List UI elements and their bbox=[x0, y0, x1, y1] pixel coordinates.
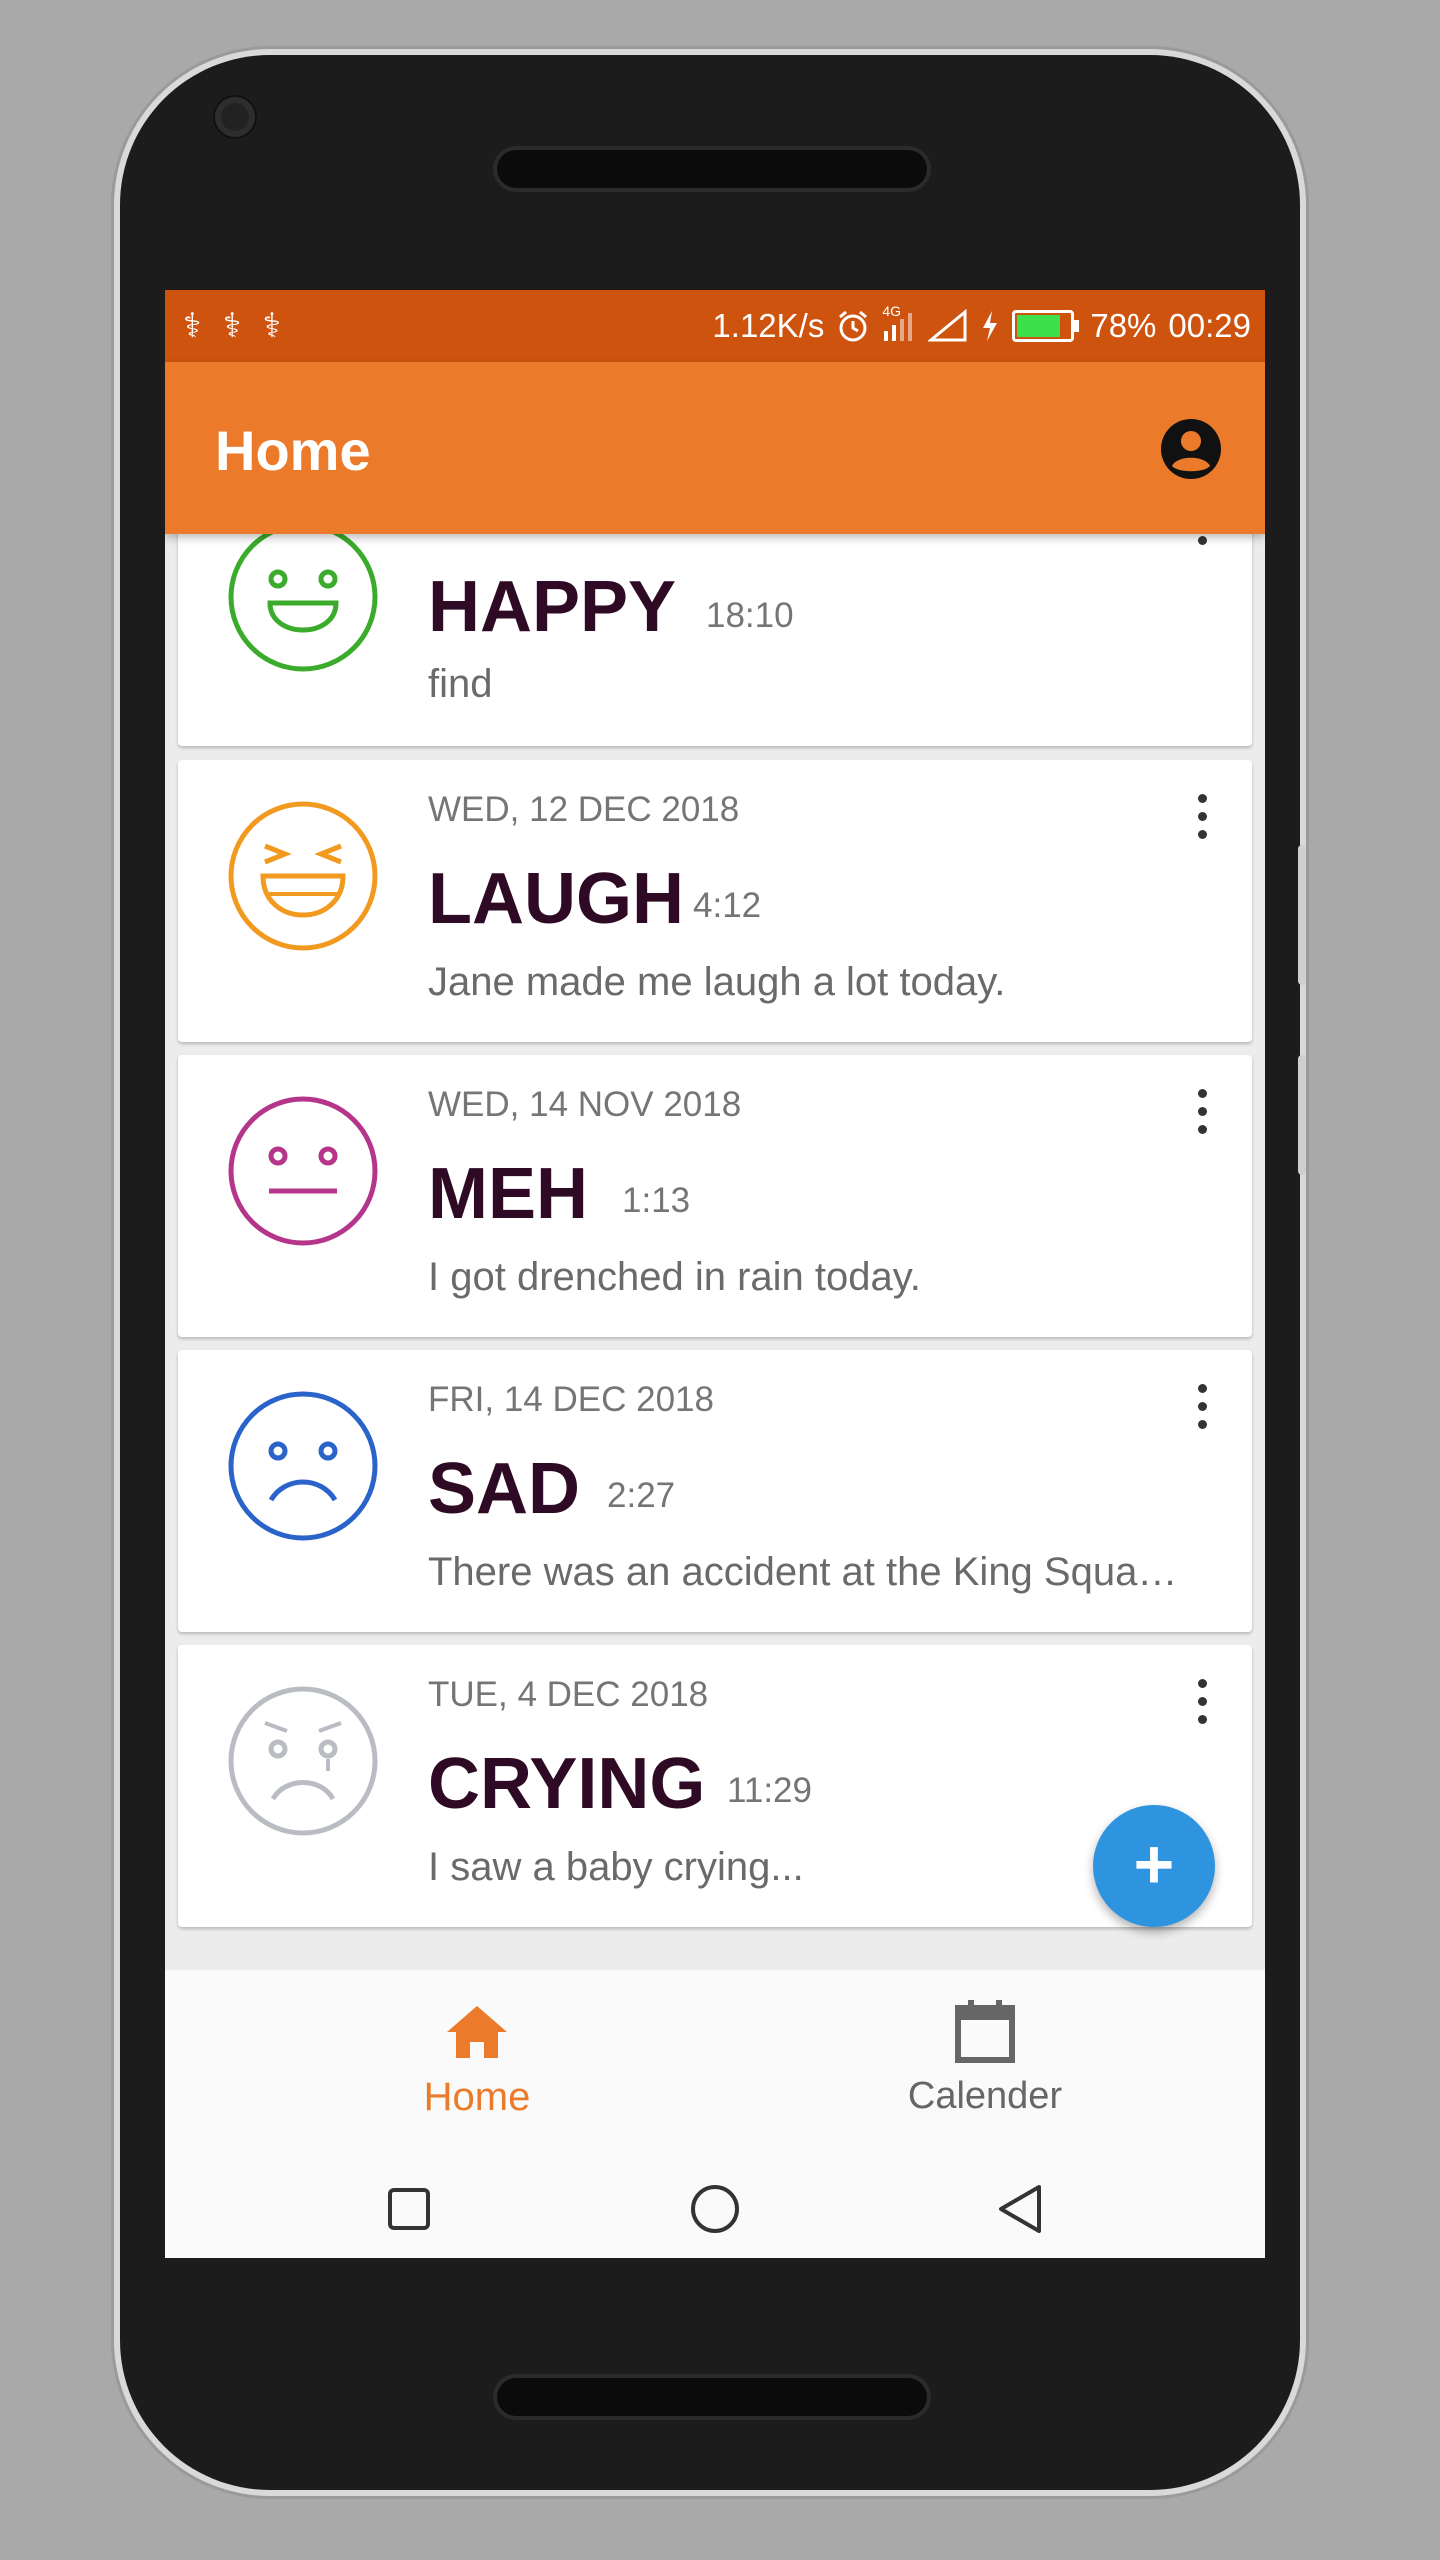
screen: ⚕ ⚕ ⚕ 1.12K/s 4G 78% 00:29 Home HAPPY 18… bbox=[165, 290, 1265, 2258]
crying-face-icon bbox=[228, 1686, 378, 1836]
entry-time: 4:12 bbox=[693, 886, 762, 925]
signal-triangle-icon bbox=[928, 309, 967, 342]
home-icon bbox=[447, 2006, 507, 2058]
nav-label-home: Home bbox=[423, 2075, 531, 2119]
charging-bolt-icon bbox=[983, 311, 998, 341]
list-item[interactable]: TUE, 4 DEC 2018 CRYING 11:29 I saw a bab… bbox=[178, 1645, 1252, 1927]
back-triangle-icon[interactable] bbox=[995, 2183, 1045, 2235]
recent-apps-icon[interactable] bbox=[387, 2187, 431, 2231]
volume-button bbox=[1298, 845, 1306, 985]
battery-percent: 78% bbox=[1090, 307, 1157, 344]
entry-date: WED, 12 DEC 2018 bbox=[428, 790, 740, 829]
mood-label: LAUGH bbox=[428, 859, 684, 939]
entry-date: TUE, 4 DEC 2018 bbox=[428, 1675, 709, 1714]
nav-item-home[interactable]: Home bbox=[327, 1970, 627, 2160]
calendar-icon bbox=[955, 2000, 1015, 2063]
system-navigation-bar bbox=[165, 2160, 1265, 2258]
meh-face-icon bbox=[228, 1096, 378, 1246]
list-item[interactable]: HAPPY 18:10 find bbox=[178, 534, 1252, 746]
list-item[interactable]: WED, 14 NOV 2018 MEH 1:13 I got drenched… bbox=[178, 1055, 1252, 1337]
nav-label-calendar: Calender bbox=[907, 2075, 1063, 2117]
entry-note: There was an accident at the King Squa… bbox=[428, 1550, 1178, 1594]
list-item[interactable]: WED, 12 DEC 2018 LAUGH 4:12 Jane made me… bbox=[178, 760, 1252, 1042]
bottom-navigation: Home Calender bbox=[165, 1970, 1265, 2160]
status-bar: ⚕ ⚕ ⚕ 1.12K/s 4G 78% 00:29 bbox=[165, 290, 1265, 362]
usb-notification-icons: ⚕ ⚕ ⚕ bbox=[183, 307, 288, 345]
page-title: Home bbox=[215, 419, 371, 482]
more-options-icon[interactable] bbox=[1182, 1083, 1222, 1163]
power-button bbox=[1298, 1055, 1306, 1175]
account-circle-icon[interactable] bbox=[1159, 417, 1223, 481]
home-circle-icon[interactable] bbox=[689, 2183, 741, 2235]
entry-note: I got drenched in rain today. bbox=[428, 1255, 921, 1299]
entry-note: Jane made me laugh a lot today. bbox=[428, 960, 1006, 1004]
more-options-icon[interactable] bbox=[1182, 1673, 1222, 1753]
more-options-icon[interactable] bbox=[1182, 534, 1222, 554]
entry-time: 11:29 bbox=[727, 1771, 812, 1810]
entry-date: WED, 14 NOV 2018 bbox=[428, 1085, 742, 1124]
bottom-speaker bbox=[497, 2378, 927, 2416]
happy-face-icon bbox=[228, 534, 378, 672]
network-speed: 1.12K/s bbox=[712, 307, 825, 344]
more-options-icon[interactable] bbox=[1182, 788, 1222, 868]
entry-time: 18:10 bbox=[706, 596, 794, 635]
mood-label: SAD bbox=[428, 1449, 581, 1529]
sad-face-icon bbox=[228, 1391, 378, 1541]
clock: 00:29 bbox=[1168, 307, 1251, 344]
nav-item-calendar[interactable]: Calender bbox=[835, 1970, 1135, 2160]
entry-time: 2:27 bbox=[607, 1476, 676, 1515]
alarm-icon bbox=[839, 310, 868, 342]
mood-label: HAPPY bbox=[428, 567, 677, 647]
app-bar: Home bbox=[165, 362, 1265, 534]
mood-label: CRYING bbox=[428, 1744, 706, 1824]
entry-time: 1:13 bbox=[622, 1181, 691, 1220]
entry-date: FRI, 14 DEC 2018 bbox=[428, 1380, 714, 1419]
more-options-icon[interactable] bbox=[1182, 1378, 1222, 1458]
add-entry-button[interactable]: + bbox=[1093, 1805, 1215, 1927]
front-camera bbox=[215, 97, 255, 137]
mood-label: MEH bbox=[428, 1154, 588, 1234]
signal-4g-icon: 4G bbox=[882, 303, 916, 343]
list-item[interactable]: FRI, 14 DEC 2018 SAD 2:27 There was an a… bbox=[178, 1350, 1252, 1632]
entry-note: I saw a baby crying... bbox=[428, 1845, 804, 1889]
battery-icon bbox=[1012, 310, 1080, 342]
laugh-face-icon bbox=[228, 801, 378, 951]
entry-list[interactable]: HAPPY 18:10 find WED, 12 DEC 2018 LAUGH … bbox=[165, 534, 1265, 1964]
entry-note: find bbox=[428, 662, 493, 706]
earpiece-speaker bbox=[497, 150, 927, 188]
